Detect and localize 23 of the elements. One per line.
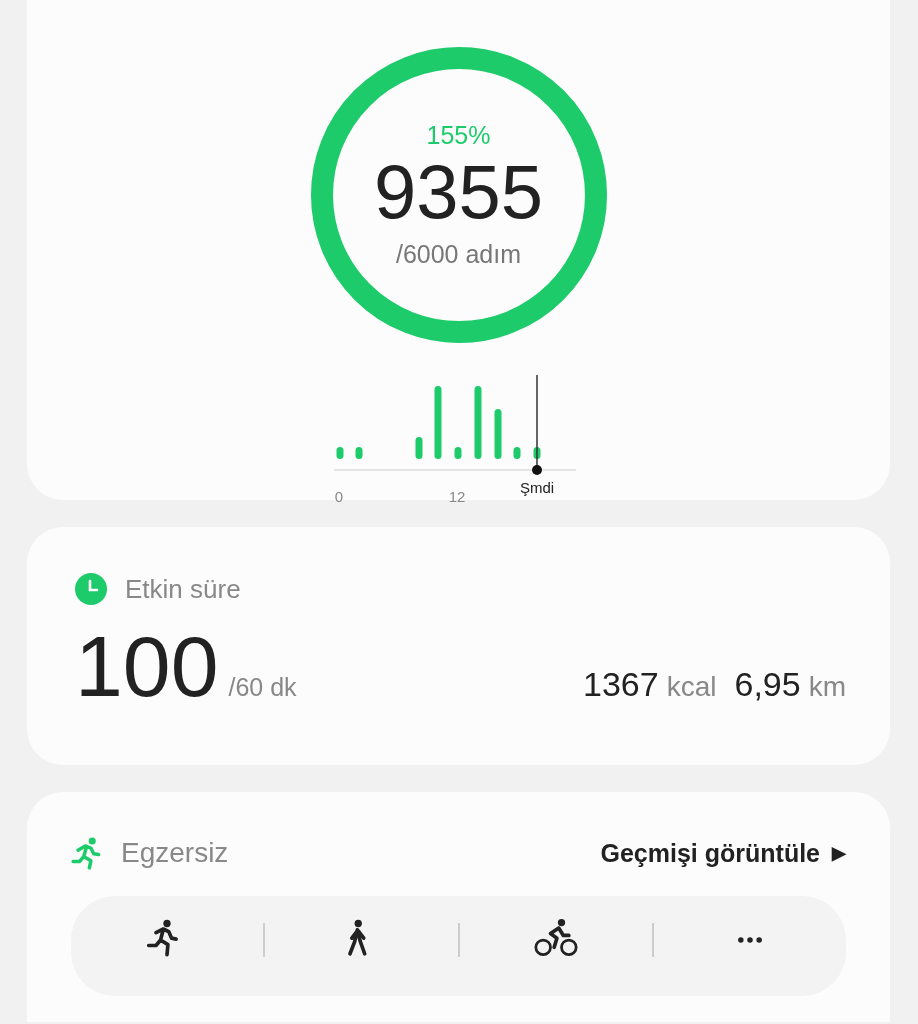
section-title: Egzersiz	[121, 837, 229, 869]
minutes-goal: /60 dk	[228, 673, 297, 702]
section-title: Etkin süre	[125, 573, 241, 605]
step-bar	[355, 447, 362, 459]
step-bar	[454, 447, 461, 459]
step-count: 9355	[373, 154, 544, 230]
axis-label: 0	[334, 488, 343, 505]
active-minutes: 100	[75, 623, 219, 709]
step-goal: /6000 adım	[395, 240, 522, 269]
stat-unit: kcal	[666, 671, 717, 703]
step-bar	[513, 447, 520, 459]
step-bar	[415, 437, 422, 459]
stat-value: 6,95	[734, 665, 801, 704]
stat-unit: km	[808, 671, 846, 703]
now-label: Şmdi	[519, 479, 554, 496]
goal-percentage: 155%	[426, 121, 491, 150]
clock-icon	[75, 573, 107, 605]
step-bar	[494, 409, 501, 459]
axis-label: 12	[448, 488, 465, 505]
stat-value: 1367	[583, 665, 659, 704]
history-link[interactable]: Geçmişi görüntüle ▶	[600, 838, 846, 868]
step-bar	[336, 447, 343, 459]
step-bar	[533, 447, 540, 459]
